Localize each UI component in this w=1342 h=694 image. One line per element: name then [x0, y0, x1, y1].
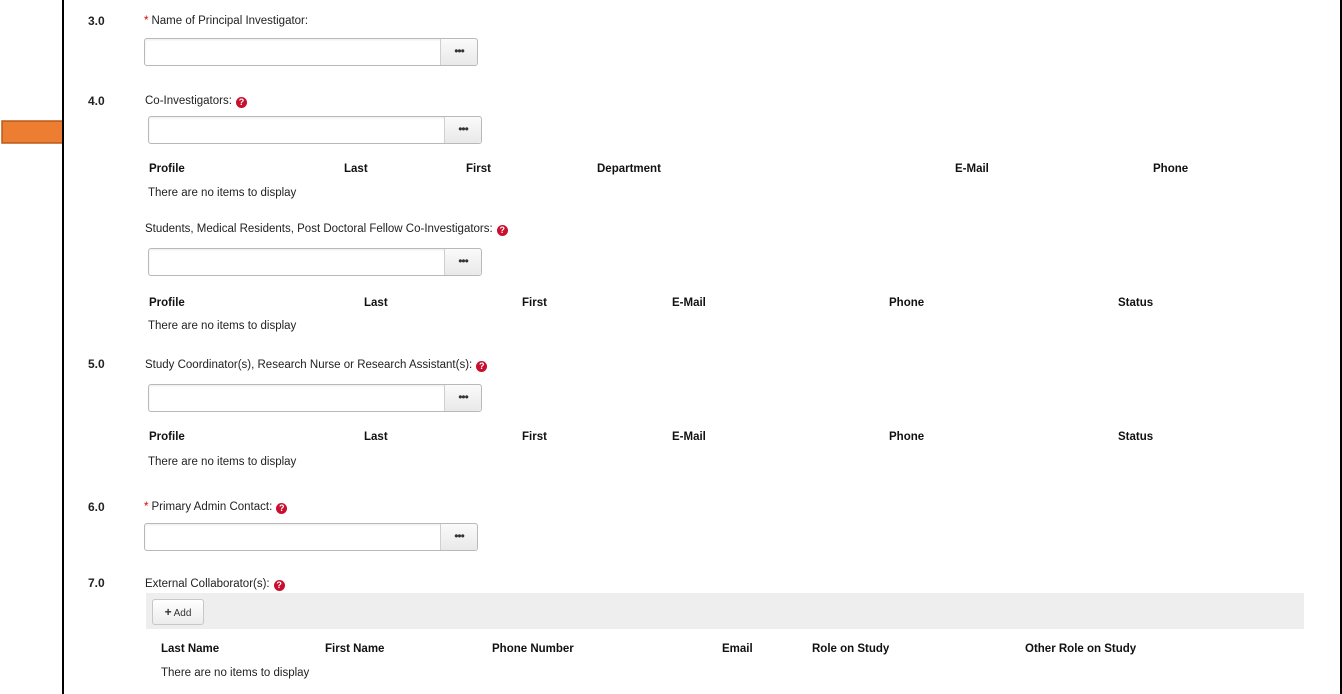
column-header: Other Role on Study	[1025, 643, 1137, 655]
column-header: Last	[344, 163, 368, 175]
column-header: Phone	[1153, 163, 1189, 175]
empty-message: There are no items to display	[148, 320, 297, 332]
help-icon[interactable]: ?	[476, 361, 488, 372]
column-header: Email	[722, 643, 753, 655]
primary-admin-contact-input[interactable]	[145, 524, 441, 550]
help-icon[interactable]: ?	[496, 225, 508, 236]
section-number-6: 6.0	[88, 500, 105, 514]
column-header: Phone Number	[492, 643, 574, 655]
column-header: E-Mail	[955, 163, 989, 175]
column-header: Role on Study	[812, 643, 890, 655]
column-header: Last	[364, 431, 388, 443]
column-header: Profile	[149, 431, 185, 443]
column-header: First Name	[325, 643, 385, 655]
column-header: Status	[1118, 297, 1154, 309]
section-number-4: 4.0	[88, 94, 105, 108]
column-header: Profile	[149, 297, 185, 309]
principal-investigator-input[interactable]	[145, 39, 441, 65]
column-header: First	[522, 297, 547, 309]
students-co-investigators-input[interactable]	[149, 249, 445, 275]
section-number-3: 3.0	[88, 14, 105, 28]
help-icon[interactable]: ?	[276, 503, 288, 514]
column-header: First	[466, 163, 491, 175]
co-investigators-label: Co-Investigators:?	[145, 95, 247, 108]
browse-button[interactable]: •••	[444, 249, 481, 275]
browse-button[interactable]: •••	[444, 385, 481, 411]
primary-admin-contact-label: * Primary Admin Contact:?	[144, 501, 288, 514]
study-coordinators-input[interactable]	[149, 385, 445, 411]
column-header: Department	[597, 163, 661, 175]
co-investigators-field: •••	[148, 116, 482, 144]
help-icon[interactable]: ?	[273, 580, 285, 591]
column-header: E-Mail	[672, 431, 706, 443]
principal-investigator-field: •••	[144, 38, 478, 66]
section-number-5: 5.0	[88, 357, 105, 371]
students-co-investigators-field: •••	[148, 248, 482, 276]
help-icon[interactable]: ?	[235, 97, 247, 108]
column-header: Last	[364, 297, 388, 309]
section-number-7: 7.0	[88, 576, 105, 590]
students-co-investigators-label: Students, Medical Residents, Post Doctor…	[145, 223, 508, 236]
browse-button[interactable]: •••	[440, 524, 477, 550]
empty-message: There are no items to display	[148, 187, 297, 199]
browse-button[interactable]: •••	[440, 39, 477, 65]
column-header: Last Name	[161, 643, 220, 655]
required-mark: *	[144, 15, 149, 27]
toolbar	[146, 593, 1304, 629]
primary-admin-contact-field: •••	[144, 523, 478, 551]
column-header: Phone	[889, 431, 925, 443]
study-coordinators-label: Study Coordinator(s), Research Nurse or …	[145, 359, 488, 372]
column-header: Profile	[149, 163, 185, 175]
column-header: Status	[1118, 431, 1154, 443]
column-header: E-Mail	[672, 297, 706, 309]
column-header: Phone	[889, 297, 925, 309]
browse-button[interactable]: •••	[444, 117, 481, 143]
column-header: First	[522, 431, 547, 443]
co-investigators-input[interactable]	[149, 117, 445, 143]
empty-message: There are no items to display	[148, 456, 297, 468]
required-mark: *	[144, 501, 149, 513]
add-button[interactable]: + Add	[152, 599, 204, 625]
principal-investigator-label: * Name of Principal Investigator:	[144, 15, 309, 27]
study-coordinators-field: •••	[148, 384, 482, 412]
plus-icon: +	[164, 605, 172, 619]
external-collaborators-label: External Collaborator(s):?	[145, 578, 285, 591]
empty-message: There are no items to display	[161, 667, 310, 679]
